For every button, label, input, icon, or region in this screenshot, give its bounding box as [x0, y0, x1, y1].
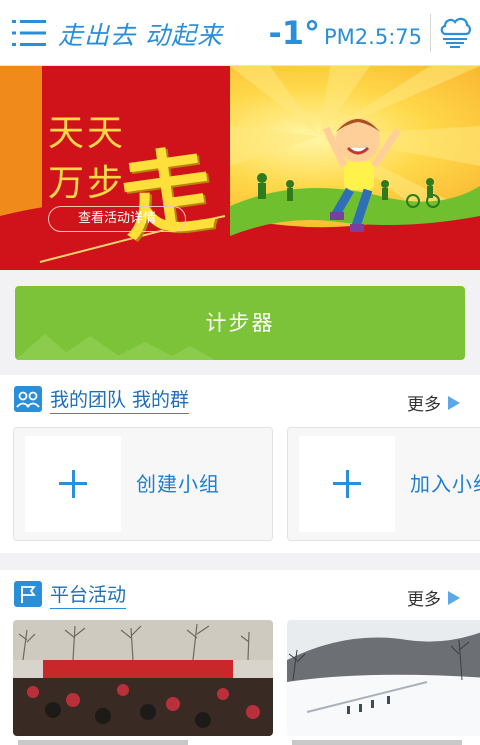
menu-icon[interactable]: [12, 18, 46, 48]
banner-title-line2: 万步: [48, 163, 127, 204]
team-section-header: 我的团队 我的群: [14, 385, 190, 414]
top-bar: 走出去 动起来 -1° PM2.5:75: [0, 0, 480, 66]
flag-icon: [14, 581, 42, 607]
create-group-label: 创建小组: [136, 472, 220, 496]
activity-caption-hint: [292, 740, 462, 745]
activity-caption-hint: [18, 740, 188, 745]
my-team-section: 我的团队 我的群 更多 创建小组 加入小组: [0, 375, 480, 553]
activity-photo-crowd[interactable]: [13, 620, 273, 736]
cloud-weather-icon[interactable]: [438, 14, 472, 50]
activity-section-header: 平台活动: [14, 580, 127, 609]
view-activity-details-button[interactable]: 查看活动详情: [48, 206, 186, 232]
team-more-link[interactable]: 更多: [407, 390, 460, 415]
pedometer-label: 计步器: [205, 311, 275, 335]
crowd-photo-image: [13, 620, 273, 736]
team-more-label: 更多: [407, 395, 441, 415]
group-icon: [14, 386, 42, 412]
header-divider: [430, 14, 431, 52]
create-group-card[interactable]: 创建小组: [13, 427, 273, 541]
platform-activity-section: 平台活动 更多: [0, 570, 480, 745]
team-section-title: 我的团队 我的群: [50, 385, 190, 414]
join-group-card[interactable]: 加入小组: [287, 427, 480, 541]
activity-more-label: 更多: [407, 590, 441, 610]
play-arrow-icon: [448, 590, 460, 605]
activity-more-link[interactable]: 更多: [407, 585, 460, 610]
activity-photo-snow[interactable]: [287, 620, 480, 736]
play-arrow-icon: [448, 395, 460, 410]
activity-section-title: 平台活动: [50, 580, 127, 609]
plus-icon: [25, 436, 121, 532]
snow-slope-photo-image: [287, 620, 480, 736]
app-screen: 走出去 动起来 -1° PM2.5:75 天天 万步 走 查看活动详情 计步器 …: [0, 0, 480, 745]
join-group-label: 加入小组: [410, 472, 480, 496]
banner-title-big: 走: [113, 134, 221, 254]
air-quality-value: PM2.5:75: [324, 25, 422, 49]
weather-readout[interactable]: -1° PM2.5:75: [268, 14, 422, 52]
app-slogan: 走出去 动起来: [58, 21, 223, 50]
plus-icon: [299, 436, 395, 532]
temperature-value: -1°: [268, 14, 321, 52]
promo-banner[interactable]: 天天 万步 走 查看活动详情: [0, 66, 480, 270]
pedometer-button[interactable]: 计步器: [15, 286, 465, 360]
